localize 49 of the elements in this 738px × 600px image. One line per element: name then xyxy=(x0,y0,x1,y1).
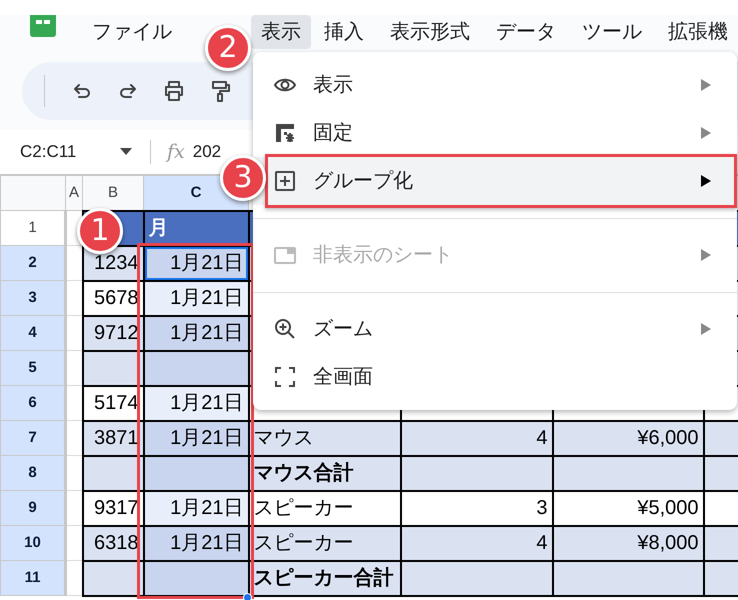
row-header[interactable]: 8 xyxy=(0,456,66,490)
menu-option-label: ズーム xyxy=(313,317,374,342)
menu-item[interactable]: ファイル xyxy=(92,14,172,48)
freeze-grid-icon xyxy=(273,121,297,145)
row-header[interactable]: 7 xyxy=(0,420,66,456)
menu-option[interactable]: 固定 xyxy=(253,109,737,157)
menu-item[interactable]: 表示形式 xyxy=(390,14,470,48)
function-label: fx xyxy=(167,140,185,165)
menu-option[interactable]: 全画面 xyxy=(253,353,737,401)
table-cell: 1月21日 xyxy=(144,386,248,420)
plus-square-icon xyxy=(273,169,297,193)
menu-option-label: グループ化 xyxy=(313,169,414,194)
row-header[interactable]: 1 xyxy=(0,210,66,246)
menu-item[interactable]: データ xyxy=(496,14,556,48)
menu-option-label: 固定 xyxy=(313,121,354,146)
formula-text[interactable]: 202 xyxy=(192,139,222,165)
row-header[interactable]: 11 xyxy=(0,560,66,596)
name-box[interactable]: C2:C11 xyxy=(20,139,120,165)
row-header[interactable]: 5 xyxy=(0,350,66,386)
menu-option[interactable]: 表示 xyxy=(253,61,737,109)
column-header[interactable]: B xyxy=(82,176,144,210)
menu-option[interactable]: グループ化 xyxy=(253,157,737,205)
menu-option-label: 全画面 xyxy=(313,365,374,390)
menu-option-label: 非表示のシート xyxy=(313,243,454,268)
table-cell: 1月21日 xyxy=(144,526,248,560)
table-cell: 1月21日 xyxy=(144,246,248,280)
menu-item[interactable]: 拡張機 xyxy=(668,14,728,48)
zoom-in-icon xyxy=(273,317,297,341)
menu-option-label: 表示 xyxy=(313,73,354,98)
table-cell: 1月21日 xyxy=(144,316,248,350)
fullscreen-icon xyxy=(273,365,297,389)
row-header[interactable]: 2 xyxy=(0,246,66,280)
table-cell: 1月21日 xyxy=(144,490,248,526)
menu-item[interactable]: 表示 xyxy=(251,14,311,48)
table-cell: 1月21日 xyxy=(144,420,248,456)
row-header[interactable]: 9 xyxy=(0,490,66,526)
row-header[interactable]: 4 xyxy=(0,316,66,350)
menu-item[interactable]: ツール xyxy=(582,14,642,48)
table-cell: 1月21日 xyxy=(144,280,248,316)
row-header[interactable]: 6 xyxy=(0,386,66,420)
print-icon[interactable] xyxy=(162,79,186,103)
menu-option[interactable]: ズーム xyxy=(253,305,737,353)
sheets-logo-icon[interactable] xyxy=(30,15,56,37)
column-header[interactable]: A xyxy=(66,176,82,210)
column-title: 月 xyxy=(144,210,248,246)
row-header[interactable]: 10 xyxy=(0,526,66,560)
menu-item[interactable]: 挿入 xyxy=(324,14,364,48)
dropdown-caret-icon[interactable] xyxy=(120,148,132,156)
row-header[interactable]: 3 xyxy=(0,280,66,316)
